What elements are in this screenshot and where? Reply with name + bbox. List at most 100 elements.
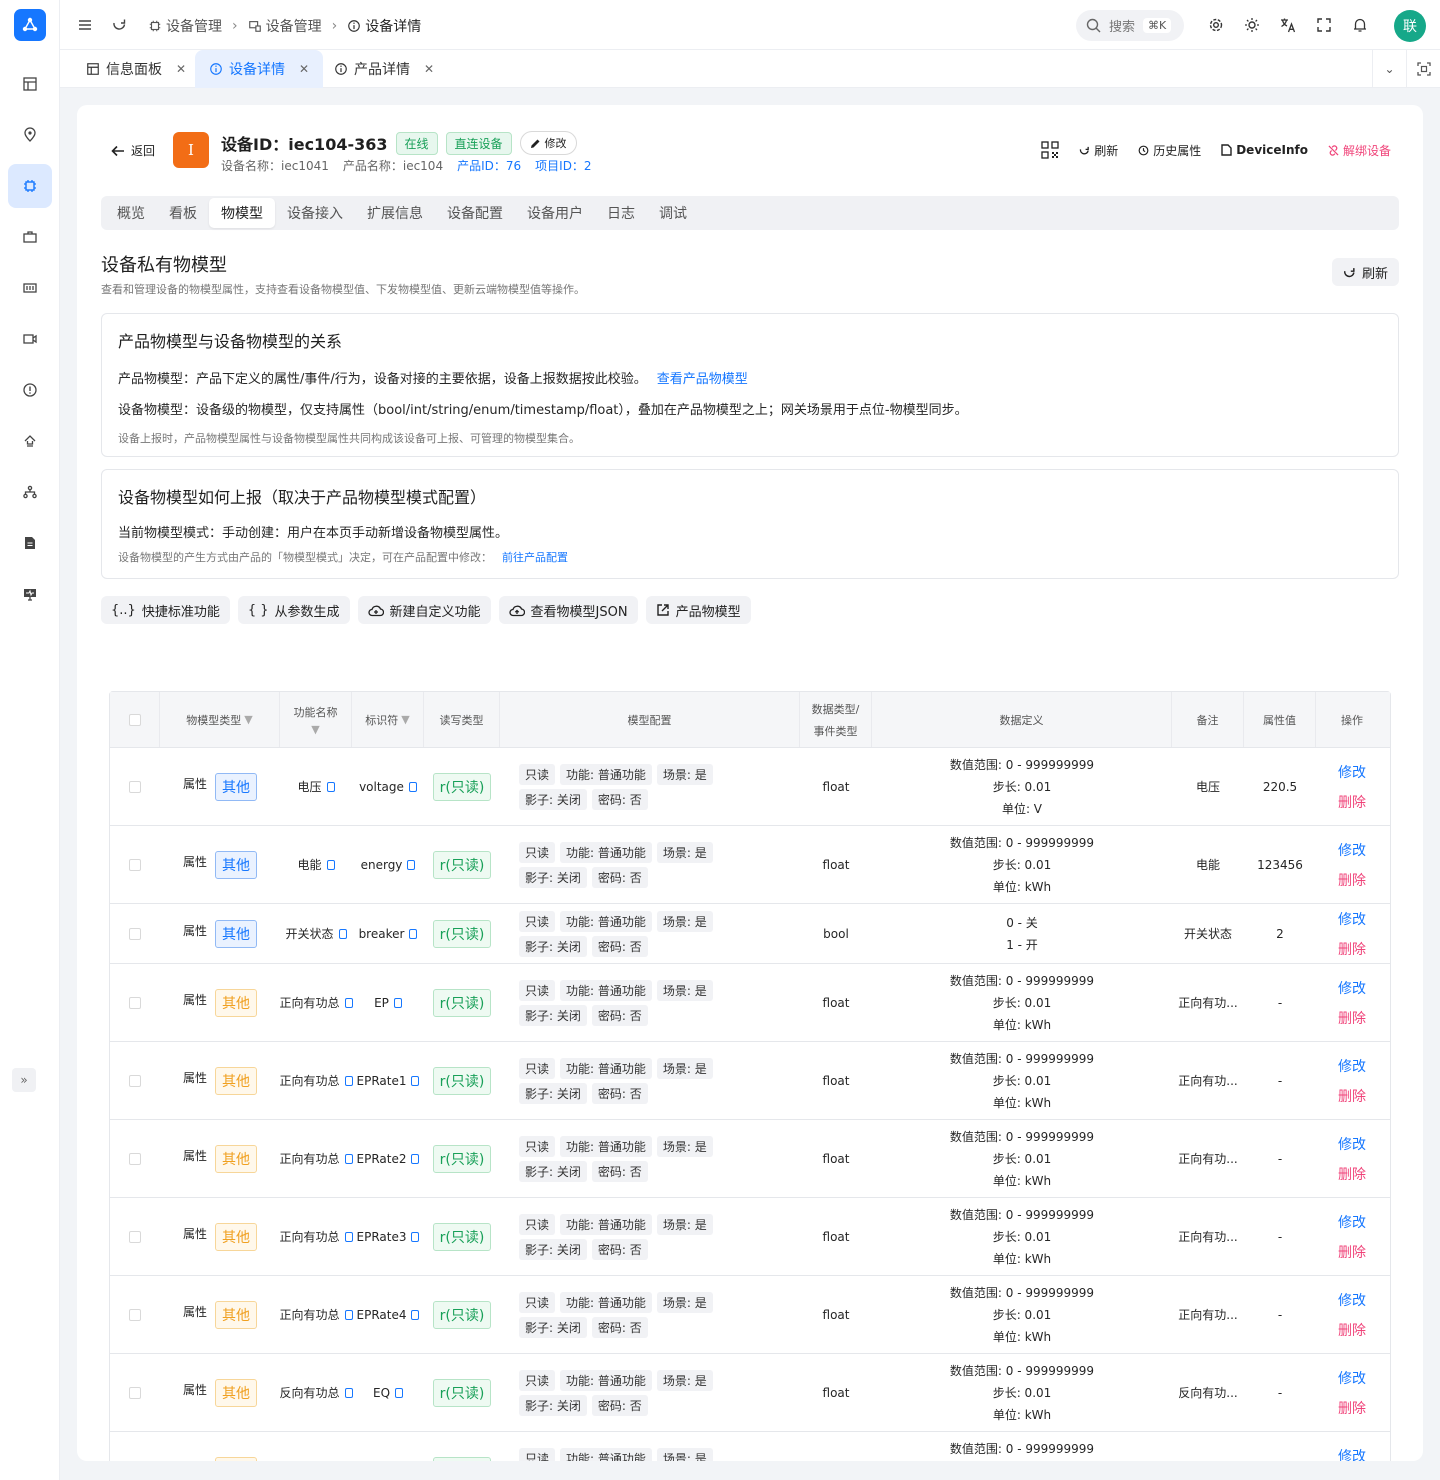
- project-id-link[interactable]: 项目ID：2: [535, 157, 591, 174]
- delete-row-button[interactable]: 删除: [1338, 1008, 1366, 1028]
- device-info-button[interactable]: DeviceInfo: [1221, 143, 1308, 157]
- copy-icon[interactable]: [344, 1076, 353, 1086]
- edit-row-button[interactable]: 修改: [1338, 1368, 1366, 1388]
- copy-icon[interactable]: [411, 1153, 420, 1164]
- filter-icon[interactable]: ▼: [244, 713, 252, 726]
- row-checkbox[interactable]: [129, 927, 141, 940]
- tab-extend-info[interactable]: 扩展信息: [355, 198, 435, 228]
- edit-row-button[interactable]: 修改: [1338, 1290, 1366, 1310]
- filter-icon[interactable]: ▼: [401, 713, 409, 726]
- fullscreen-icon[interactable]: [1316, 17, 1332, 33]
- row-checkbox[interactable]: [129, 780, 141, 793]
- delete-row-button[interactable]: 删除: [1338, 939, 1366, 959]
- delete-row-button[interactable]: 删除: [1338, 1242, 1366, 1262]
- qrcode-button[interactable]: [1041, 141, 1059, 159]
- row-checkbox[interactable]: [129, 1230, 141, 1243]
- row-checkbox[interactable]: [129, 1386, 141, 1399]
- copy-icon[interactable]: [338, 929, 347, 939]
- quick-standard-button[interactable]: {..} 快捷标准功能: [101, 596, 230, 624]
- product-model-button[interactable]: 产品物模型: [645, 596, 751, 624]
- translate-icon[interactable]: [1280, 17, 1296, 33]
- copy-icon[interactable]: [407, 859, 416, 870]
- row-checkbox[interactable]: [129, 1308, 141, 1321]
- copy-icon[interactable]: [409, 928, 418, 939]
- copy-icon[interactable]: [344, 998, 353, 1008]
- edit-row-button[interactable]: 修改: [1338, 1134, 1366, 1154]
- tab-debug[interactable]: 调试: [647, 198, 699, 228]
- sidebar-item-upgrade[interactable]: [8, 419, 52, 463]
- tab-users[interactable]: 设备用户: [515, 198, 595, 228]
- copy-icon[interactable]: [393, 997, 402, 1008]
- menu-icon[interactable]: [78, 18, 92, 32]
- copy-icon[interactable]: [326, 782, 335, 792]
- breadcrumb-item[interactable]: 设备管理: [248, 16, 322, 36]
- copy-icon[interactable]: [344, 1154, 353, 1164]
- row-checkbox[interactable]: [129, 1152, 141, 1165]
- edit-row-button[interactable]: 修改: [1338, 762, 1366, 782]
- edit-row-button[interactable]: 修改: [1338, 840, 1366, 860]
- copy-icon[interactable]: [408, 781, 417, 792]
- sidebar-item-video[interactable]: [8, 317, 52, 361]
- generate-from-params-button[interactable]: { } 从参数生成: [237, 596, 350, 624]
- edit-row-button[interactable]: 修改: [1338, 978, 1366, 998]
- view-json-button[interactable]: 查看物模型JSON: [498, 596, 638, 624]
- delete-row-button[interactable]: 删除: [1338, 1164, 1366, 1184]
- notification-bell-icon[interactable]: [1352, 17, 1368, 33]
- sidebar-item-monitor[interactable]: [8, 572, 52, 616]
- section-refresh-button[interactable]: 刷新: [1331, 258, 1399, 286]
- copy-icon[interactable]: [326, 860, 335, 870]
- tab-access[interactable]: 设备接入: [275, 198, 355, 228]
- edit-row-button[interactable]: 修改: [1338, 1056, 1366, 1076]
- row-checkbox[interactable]: [129, 1074, 141, 1087]
- tabs-maximize-button[interactable]: [1406, 50, 1440, 88]
- copy-icon[interactable]: [395, 1387, 404, 1398]
- tab-overview[interactable]: 概览: [105, 198, 157, 228]
- theme-sun-icon[interactable]: [1244, 17, 1260, 33]
- sidebar-item-firmware[interactable]: [8, 266, 52, 310]
- unbind-device-button[interactable]: 解绑设备: [1328, 142, 1391, 159]
- copy-icon[interactable]: [411, 1231, 420, 1242]
- product-id-link[interactable]: 产品ID：76: [457, 157, 521, 174]
- tabs-dropdown-button[interactable]: ⌄: [1372, 50, 1406, 88]
- sidebar-item-documents[interactable]: [8, 521, 52, 565]
- delete-row-button[interactable]: 删除: [1338, 792, 1366, 812]
- new-custom-button[interactable]: 新建自定义功能: [357, 596, 491, 624]
- delete-row-button[interactable]: 删除: [1338, 1320, 1366, 1340]
- sidebar-item-devices[interactable]: [8, 164, 52, 208]
- go-product-config-link[interactable]: 前往产品配置: [502, 551, 568, 564]
- user-avatar[interactable]: 联: [1394, 10, 1426, 42]
- search-input[interactable]: 搜索 ⌘K: [1076, 10, 1184, 41]
- copy-icon[interactable]: [344, 1388, 353, 1398]
- sidebar-item-dashboard[interactable]: [8, 62, 52, 106]
- sidebar-expand-button[interactable]: »: [12, 1068, 36, 1092]
- view-product-model-link[interactable]: 查看产品物模型: [657, 372, 748, 387]
- edit-row-button[interactable]: 修改: [1338, 1212, 1366, 1232]
- row-checkbox[interactable]: [129, 996, 141, 1009]
- page-tab-product-detail[interactable]: 产品详情 ✕: [334, 50, 434, 88]
- history-button[interactable]: 历史属性: [1138, 142, 1201, 159]
- tab-board[interactable]: 看板: [157, 198, 209, 228]
- close-icon[interactable]: ✕: [176, 62, 186, 76]
- sidebar-item-map[interactable]: [8, 113, 52, 157]
- select-all-checkbox[interactable]: [128, 713, 141, 726]
- delete-row-button[interactable]: 删除: [1338, 870, 1366, 890]
- copy-icon[interactable]: [411, 1309, 420, 1320]
- sidebar-item-alarm[interactable]: [8, 368, 52, 412]
- app-logo[interactable]: [14, 9, 46, 41]
- edit-row-button[interactable]: 修改: [1338, 909, 1366, 929]
- tab-logs[interactable]: 日志: [595, 198, 647, 228]
- filter-icon[interactable]: ▼: [311, 723, 319, 736]
- breadcrumb-item[interactable]: 设备管理: [148, 16, 222, 36]
- tab-config[interactable]: 设备配置: [435, 198, 515, 228]
- edit-row-button[interactable]: 修改: [1338, 1446, 1366, 1462]
- sidebar-item-topology[interactable]: [8, 470, 52, 514]
- close-icon[interactable]: ✕: [299, 62, 309, 76]
- settings-icon[interactable]: [1208, 17, 1224, 33]
- sidebar-item-products[interactable]: [8, 215, 52, 259]
- refresh-button[interactable]: 刷新: [1079, 142, 1118, 159]
- page-tab-device-detail[interactable]: 设备详情 ✕: [195, 50, 324, 88]
- back-button[interactable]: 返回: [111, 142, 155, 159]
- copy-icon[interactable]: [344, 1310, 353, 1320]
- copy-icon[interactable]: [344, 1232, 353, 1242]
- tab-thing-model[interactable]: 物模型: [209, 198, 275, 228]
